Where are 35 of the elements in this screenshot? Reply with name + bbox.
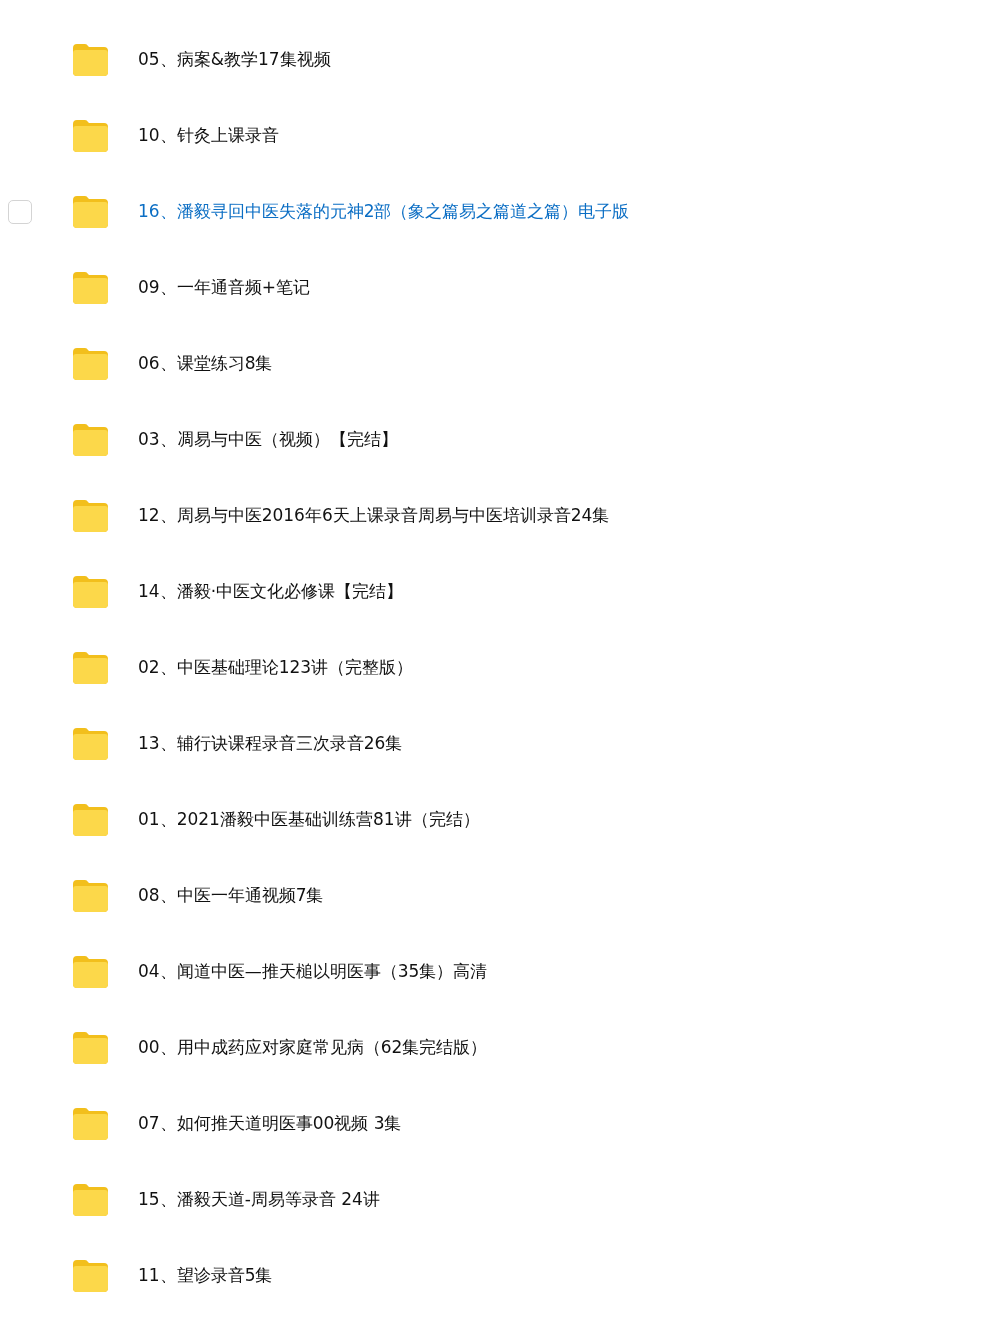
folder-name[interactable]: 04、闻道中医—推天槌以明医事（35集）高清 <box>138 959 488 985</box>
folder-name[interactable]: 07、如何推天道明医事00视频 3集 <box>138 1111 402 1137</box>
folder-name[interactable]: 13、辅行诀课程录音三次录音26集 <box>138 731 403 757</box>
folder-icon <box>72 955 109 989</box>
folder-icon <box>72 499 109 533</box>
folder-icon <box>72 575 109 609</box>
folder-name[interactable]: 14、潘毅·中医文化必修课【完结】 <box>138 579 404 605</box>
folder-icon <box>72 879 109 913</box>
folder-name[interactable]: 10、针灸上课录音 <box>138 123 279 149</box>
folder-name[interactable]: 00、用中成药应对家庭常见病（62集完结版） <box>138 1035 488 1061</box>
folder-name[interactable]: 15、潘毅天道-周易等录音 24讲 <box>138 1187 380 1213</box>
folder-name[interactable]: 12、周易与中医2016年6天上课录音周易与中医培训录音24集 <box>138 503 610 529</box>
folder-icon <box>72 119 109 153</box>
folder-icon <box>72 727 109 761</box>
folder-icon <box>72 803 109 837</box>
folder-icon <box>72 1107 109 1141</box>
folder-name[interactable]: 01、2021潘毅中医基础训练营81讲（完结） <box>138 807 480 833</box>
checkbox[interactable] <box>8 200 32 224</box>
folder-icon <box>72 271 109 305</box>
folder-icon <box>72 1259 109 1293</box>
folder-icon <box>72 347 109 381</box>
folder-icon <box>72 651 109 685</box>
folder-icon <box>72 1031 109 1065</box>
folder-name[interactable]: 11、望诊录音5集 <box>138 1263 273 1289</box>
folder-name[interactable]: 05、病案&教学17集视频 <box>138 47 331 73</box>
folder-name[interactable]: 03、凋易与中医（视频）【完结】 <box>138 427 398 453</box>
folder-icon <box>72 423 109 457</box>
folder-icon <box>72 195 109 229</box>
folder-name[interactable]: 09、一年通音频+笔记 <box>138 275 310 301</box>
folder-name[interactable]: 16、潘毅寻回中医失落的元神2部（象之篇易之篇道之篇）电子版 <box>138 199 630 225</box>
folder-icon <box>72 43 109 77</box>
folder-icon <box>72 1183 109 1217</box>
folder-name[interactable]: 02、中医基础理论123讲（完整版） <box>138 655 414 681</box>
folder-name[interactable]: 08、中医一年通视频7集 <box>138 883 324 909</box>
folder-name[interactable]: 06、课堂练习8集 <box>138 351 273 377</box>
